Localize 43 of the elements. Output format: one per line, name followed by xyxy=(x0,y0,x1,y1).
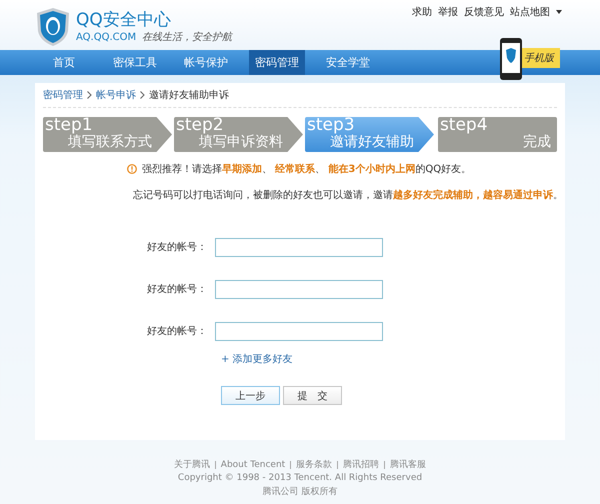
chevron-icon xyxy=(140,91,145,99)
breadcrumb-current: 邀请好友辅助申诉 xyxy=(149,88,229,102)
account-input[interactable] xyxy=(215,280,383,298)
warning-icon xyxy=(127,164,137,174)
site-domain: AQ.QQ.COM xyxy=(76,32,136,43)
top-link[interactable]: 站点地图 xyxy=(510,5,550,19)
field-label: 好友的帐号： xyxy=(146,240,207,254)
nav-tab[interactable]: 安全学堂 xyxy=(314,50,382,75)
nav-tab[interactable]: 密保工具 xyxy=(101,50,169,75)
phone-icon[interactable] xyxy=(500,38,522,80)
account-input[interactable] xyxy=(215,238,383,256)
step-indicator: step1 填写联系方式 xyxy=(43,117,172,152)
footer-link[interactable]: 关于腾讯 xyxy=(174,458,210,471)
footer-link[interactable]: About Tencent xyxy=(220,460,286,470)
form-button[interactable]: 提 交 xyxy=(283,386,342,405)
step-indicator: step4 完成 xyxy=(438,117,558,152)
field-label: 好友的帐号： xyxy=(146,324,207,338)
shield-logo-icon xyxy=(36,7,70,47)
form-button[interactable]: 上一步 xyxy=(221,386,280,405)
step-indicator: step2 填写申诉资料 xyxy=(174,117,303,152)
breadcrumb-link[interactable]: 帐号申诉 xyxy=(96,88,136,102)
step-indicator: step3 邀请好友辅助 xyxy=(304,117,434,152)
footer-link[interactable]: 腾讯招聘 xyxy=(343,458,380,471)
copyright-text: Copyright © 1998 - 2013 Tencent. All Rights Reserved xyxy=(178,473,422,483)
slogan: 在线生活，安全护航 xyxy=(142,30,232,44)
top-link[interactable]: 举报 xyxy=(438,5,458,19)
caret-icon[interactable] xyxy=(556,10,562,14)
company-text: 腾讯公司 版权所有 xyxy=(262,486,338,498)
breadcrumb-link[interactable]: 密码管理 xyxy=(43,88,83,102)
hint-text: 忘记号码可以打电话询问，被删除的好友也可以邀请，邀请越多好友完成辅助，越容易通过申诉。 xyxy=(133,190,563,201)
chevron-icon xyxy=(87,91,92,99)
footer-link[interactable]: 服务条款 xyxy=(296,458,332,471)
account-input[interactable] xyxy=(215,322,383,340)
add-friend-link[interactable]: + 添加更多好友 xyxy=(221,352,293,366)
nav-tab[interactable]: 首页 xyxy=(30,50,98,75)
recommendation-text: 强烈推荐！请选择早期添加、 经常联系、 能在3个小时内上网的QQ好友。 xyxy=(142,162,472,176)
top-link[interactable]: 反馈意见 xyxy=(464,5,504,19)
field-label: 好友的帐号： xyxy=(146,282,207,296)
footer-link[interactable]: 腾讯客服 xyxy=(390,458,426,471)
nav-tab[interactable]: 密码管理 xyxy=(249,50,305,75)
site-title: QQ安全中心 xyxy=(76,10,172,30)
nav-tab[interactable]: 帐号保护 xyxy=(172,50,240,75)
top-link[interactable]: 求助 xyxy=(412,5,432,19)
